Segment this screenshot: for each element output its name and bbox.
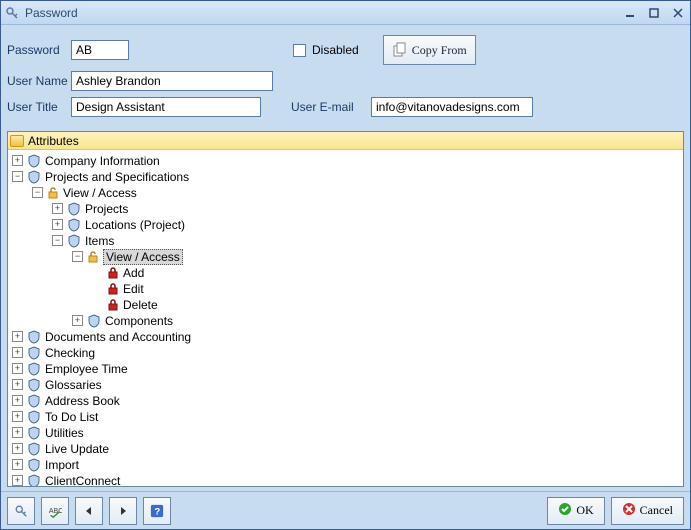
shield-icon [27,394,41,408]
shield-icon [27,346,41,360]
disabled-label: Disabled [312,43,359,57]
expand-icon[interactable]: + [12,427,23,438]
tree-item[interactable]: Items [85,234,114,248]
prev-button[interactable] [75,497,103,525]
close-button[interactable] [670,6,686,20]
spellcheck-button[interactable]: ABC [41,497,69,525]
tree-item[interactable]: Locations (Project) [85,218,185,232]
tree-item[interactable]: Projects and Specifications [45,170,189,184]
check-icon [558,502,572,520]
email-input[interactable] [371,97,533,117]
username-label: User Name [7,74,71,88]
username-input[interactable] [71,71,273,91]
shield-icon [27,330,41,344]
tree-item[interactable]: ClientConnect [45,474,120,487]
next-button[interactable] [109,497,137,525]
tree-item[interactable]: Employee Time [45,362,128,376]
usertitle-label: User Title [7,100,71,114]
tree-item[interactable]: Utilities [45,426,84,440]
collapse-icon[interactable]: − [52,235,63,246]
tree-item[interactable]: Import [45,458,79,472]
shield-icon [27,426,41,440]
collapse-icon[interactable]: − [32,187,43,198]
tree-root-label: Attributes [28,134,79,148]
usertitle-input[interactable] [71,97,261,117]
ok-button[interactable]: OK [547,497,604,525]
expand-icon[interactable]: + [12,155,23,166]
shield-icon [27,362,41,376]
expand-icon[interactable]: + [12,379,23,390]
svg-text:ABC: ABC [49,507,62,514]
shield-icon [87,314,101,328]
expand-icon[interactable]: + [12,331,23,342]
key-tool-button[interactable] [7,497,35,525]
lock-icon [107,267,119,279]
tree-panel[interactable]: Attributes +Company Information −Project… [7,131,684,487]
tree-item[interactable]: Company Information [45,154,160,168]
shield-icon [27,442,41,456]
form-area: Password Disabled Copy From User Name Us… [1,25,690,129]
shield-icon [67,218,81,232]
expand-icon[interactable]: + [12,363,23,374]
tree-item[interactable]: Edit [123,282,144,296]
collapse-icon[interactable]: − [12,171,23,182]
minimize-button[interactable] [622,6,638,20]
password-input[interactable] [71,40,129,60]
tree-header: Attributes [8,132,683,150]
shield-icon [27,378,41,392]
tree-item[interactable]: Live Update [45,442,109,456]
expand-icon[interactable]: + [52,219,63,230]
expand-icon[interactable]: + [12,475,23,486]
expand-icon[interactable]: + [12,347,23,358]
tree-item[interactable]: Glossaries [45,378,102,392]
shield-icon [27,170,41,184]
expand-icon[interactable]: + [12,459,23,470]
shield-icon [27,474,41,487]
maximize-button[interactable] [646,6,662,20]
copy-icon [392,42,408,58]
collapse-icon[interactable]: − [72,251,83,262]
cancel-button[interactable]: Cancel [611,497,684,525]
tree-item-selected[interactable]: View / Access [103,249,183,265]
tree-item[interactable]: Projects [85,202,128,216]
tree-item[interactable]: Address Book [45,394,120,408]
tree-item[interactable]: Add [123,266,144,280]
shield-icon [67,234,81,248]
copy-from-button[interactable]: Copy From [383,35,476,65]
window-title: Password [25,6,622,20]
tree-item[interactable]: Delete [123,298,158,312]
shield-icon [27,458,41,472]
key-icon [5,6,19,20]
disabled-checkbox[interactable] [293,44,306,57]
tree-item[interactable]: Checking [45,346,95,360]
password-dialog: Password Password Disabled Copy From Use… [0,0,691,530]
tree-item[interactable]: Components [105,314,173,328]
expand-icon[interactable]: + [12,443,23,454]
lock-icon [107,299,119,311]
titlebar: Password [1,1,690,25]
shield-icon [27,154,41,168]
tree-item[interactable]: Documents and Accounting [45,330,191,344]
help-button[interactable]: ? [143,497,171,525]
password-label: Password [7,43,71,57]
shield-icon [27,410,41,424]
email-label: User E-mail [291,100,371,114]
expand-icon[interactable]: + [12,395,23,406]
expand-icon[interactable]: + [52,203,63,214]
svg-text:?: ? [154,506,160,517]
expand-icon[interactable]: + [72,315,83,326]
lock-icon [107,283,119,295]
shield-icon [67,202,81,216]
unlock-icon [47,187,59,199]
folder-icon [10,135,24,147]
footer: ABC ? OK Cancel [1,491,690,529]
expand-icon[interactable]: + [12,411,23,422]
tree-item[interactable]: View / Access [63,186,137,200]
cancel-icon [622,502,636,520]
unlock-icon [87,251,99,263]
tree-item[interactable]: To Do List [45,410,98,424]
